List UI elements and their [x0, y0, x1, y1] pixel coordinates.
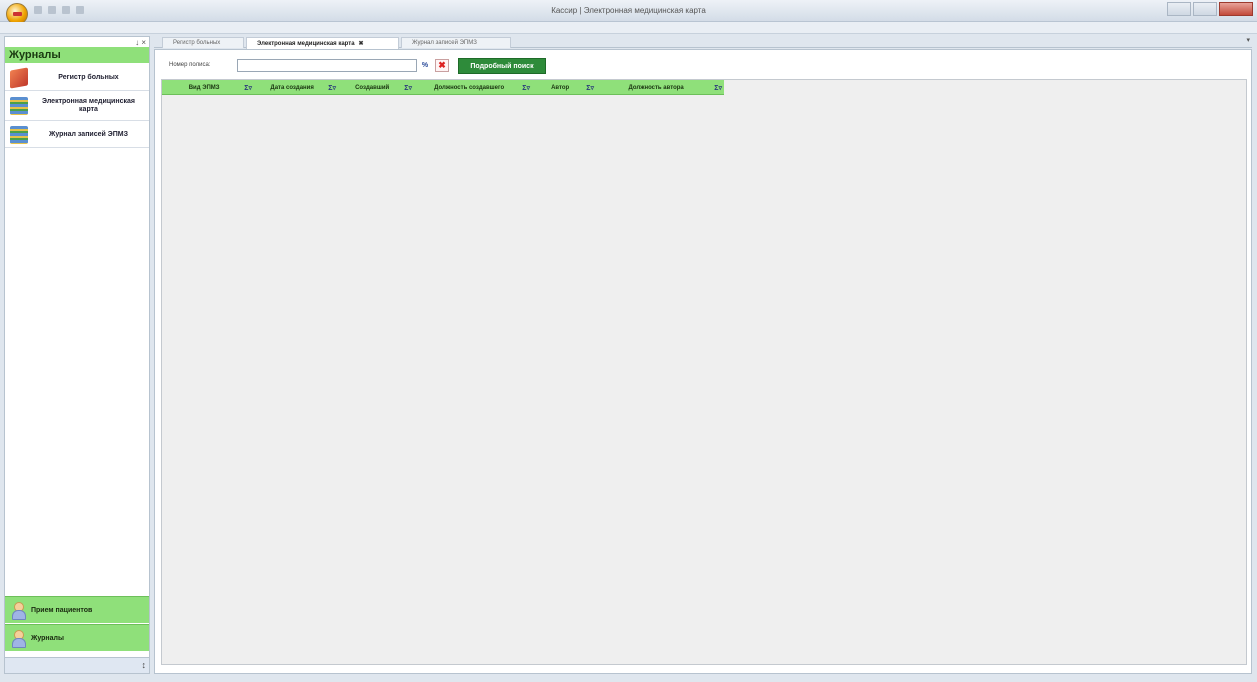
records-grid: Вид ЭПМЗ Σ▿ Дата создания Σ▿ Создавший Σ…	[161, 79, 1247, 665]
patient-reception-label: Прием пациентов	[31, 606, 93, 614]
detailed-search-button[interactable]: Подробный поиск	[458, 58, 546, 74]
sidebar-item-records-journal[interactable]: Журнал записей ЭПМЗ	[5, 122, 149, 148]
column-label: Автор	[551, 84, 570, 91]
column-header-author-position[interactable]: Должность автора Σ▿	[596, 80, 724, 95]
window-title: Кассир | Электронная медицинская карта	[551, 6, 706, 15]
tab-records-journal[interactable]: Журнал записей ЭПМЗ	[401, 37, 511, 48]
book-red-icon	[10, 66, 28, 89]
sidebar-header: Журналы	[5, 47, 149, 63]
journals-button[interactable]: Журналы	[5, 624, 149, 651]
column-header-creator-position[interactable]: Должность создавшего Σ▿	[414, 80, 532, 95]
window-controls	[1167, 2, 1253, 16]
main-panel: Номер полиса: % ✖ Подробный поиск Вид ЭП…	[154, 49, 1252, 674]
tab-label: Электронная медицинская карта	[257, 41, 355, 47]
ribbon-strip	[0, 22, 1257, 34]
column-header-creator[interactable]: Создавший Σ▿	[338, 80, 414, 95]
person-icon	[11, 630, 26, 648]
column-label: Создавший	[355, 84, 390, 91]
tab-label: Журнал записей ЭПМЗ	[412, 40, 477, 46]
policy-number-input[interactable]	[237, 59, 417, 72]
sidebar: ↓ × Журналы Регистр больных Электронная …	[4, 36, 150, 674]
minimize-button[interactable]	[1167, 2, 1191, 16]
tab-patient-register[interactable]: Регистр больных	[162, 37, 244, 48]
person-icon	[11, 602, 26, 620]
sum-filter-icon[interactable]: Σ▿	[584, 84, 596, 92]
sidebar-item-label: Регистр больных	[58, 73, 119, 81]
tab-label: Регистр больных	[173, 40, 221, 46]
column-label: Дата создания	[270, 84, 314, 91]
sidebar-item-label: Электронная медицинская карта	[42, 98, 135, 113]
policy-number-label: Номер полиса:	[169, 62, 211, 68]
scroll-arrows-icon[interactable]: ↕	[142, 660, 147, 670]
title-bar: Кассир | Электронная медицинская карта	[0, 0, 1257, 25]
grid-header: Вид ЭПМЗ Σ▿ Дата создания Σ▿ Создавший Σ…	[162, 80, 724, 95]
column-label: Должность создавшего	[434, 84, 505, 91]
sum-filter-icon[interactable]: Σ▿	[402, 84, 414, 92]
stack-icon	[10, 97, 28, 115]
column-header-author[interactable]: Автор Σ▿	[532, 80, 596, 95]
sum-filter-icon[interactable]: Σ▿	[242, 84, 254, 92]
sidebar-item-patient-register[interactable]: Регистр больных	[5, 65, 149, 91]
sidebar-overflow-bar[interactable]: ↕	[5, 657, 149, 673]
maximize-button[interactable]	[1193, 2, 1217, 16]
sidebar-item-label: Журнал записей ЭПМЗ	[49, 130, 128, 138]
column-label: Вид ЭПМЗ	[188, 84, 220, 91]
clear-search-button[interactable]: ✖	[435, 59, 449, 72]
column-label: Должность автора	[628, 84, 684, 91]
tab-emr[interactable]: Электронная медицинская карта ✖	[246, 37, 399, 49]
sum-filter-icon[interactable]: Σ▿	[520, 84, 532, 92]
wildcard-button[interactable]: %	[418, 59, 432, 72]
stack-icon	[10, 125, 28, 144]
close-icon[interactable]: ✖	[359, 41, 364, 47]
tab-list-arrow-icon[interactable]: ▾	[1246, 36, 1250, 44]
sidebar-item-emr[interactable]: Электронная медицинская карта	[5, 92, 149, 121]
sum-filter-icon[interactable]: Σ▿	[712, 84, 724, 92]
column-header-type[interactable]: Вид ЭПМЗ Σ▿	[162, 80, 254, 95]
column-header-created-date[interactable]: Дата создания Σ▿	[254, 80, 338, 95]
sum-filter-icon[interactable]: Σ▿	[326, 84, 338, 92]
tab-bar: Регистр больных Электронная медицинская …	[154, 36, 1252, 49]
patient-reception-button[interactable]: Прием пациентов	[5, 596, 149, 623]
journals-label: Журналы	[31, 634, 64, 642]
close-button[interactable]	[1219, 2, 1253, 16]
sidebar-tools[interactable]: ↓ ×	[135, 38, 146, 47]
